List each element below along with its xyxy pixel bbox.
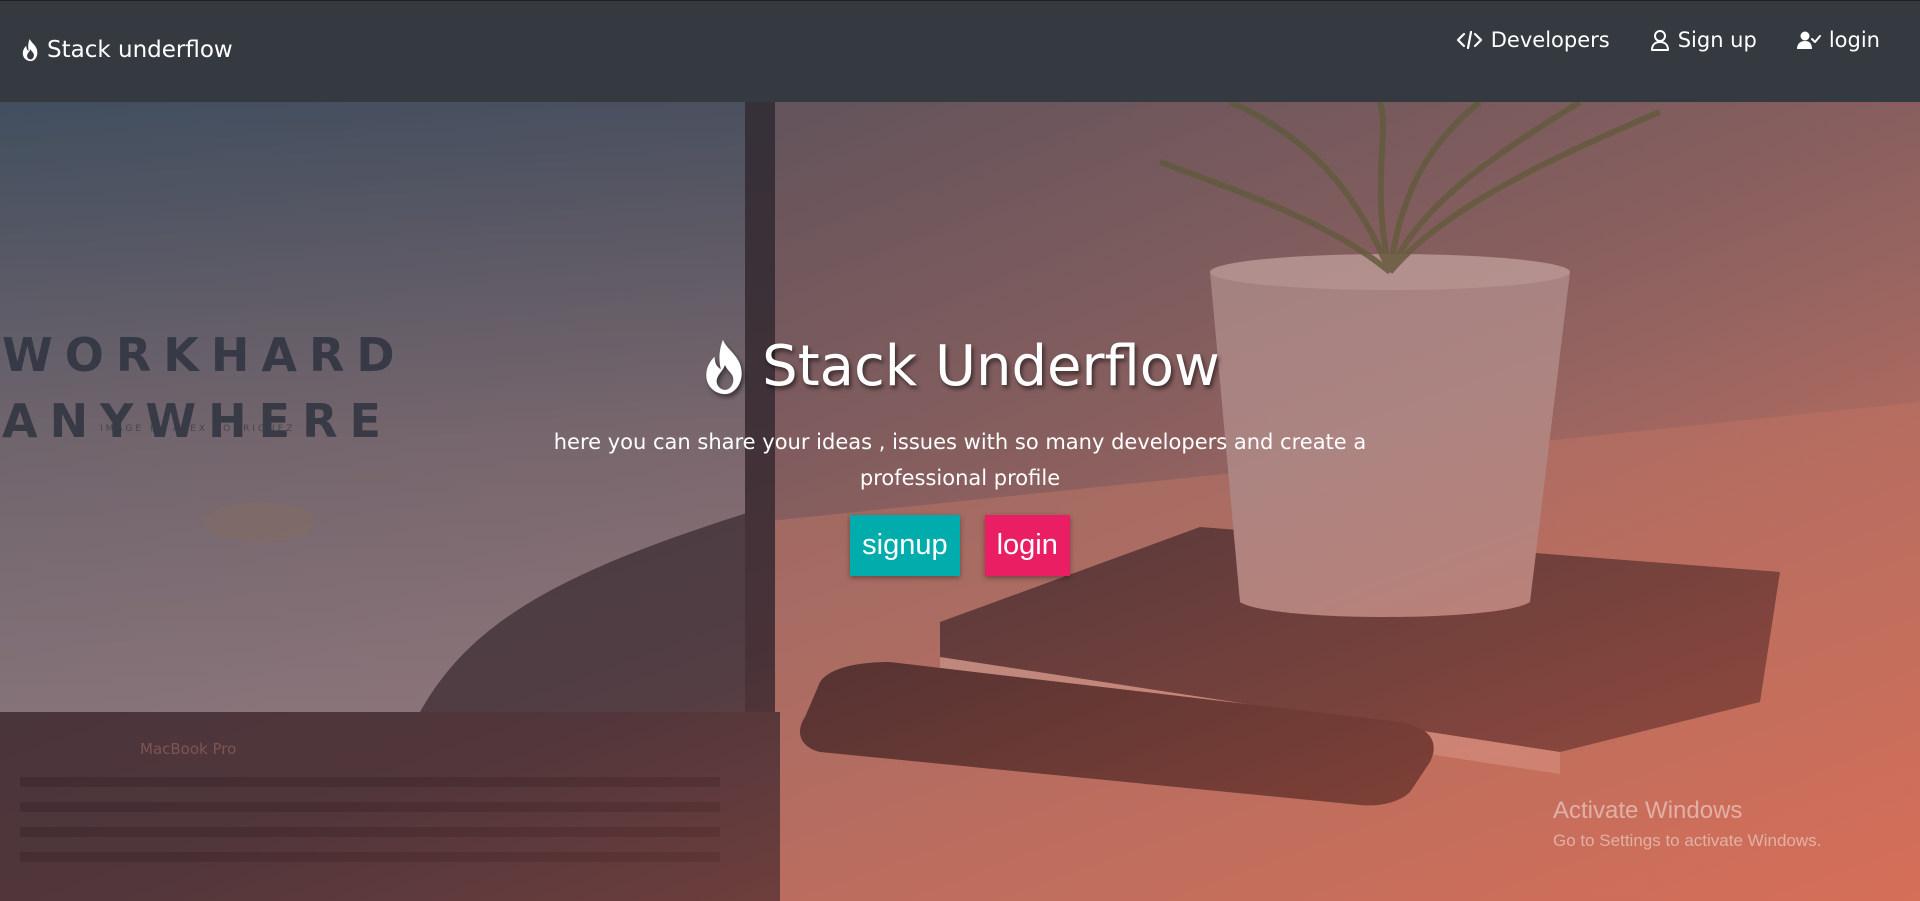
flame-icon xyxy=(706,339,742,394)
nav-signup[interactable]: Sign up xyxy=(1650,28,1757,52)
nav-login-label: login xyxy=(1828,28,1880,52)
brand-label: Stack underflow xyxy=(47,37,233,63)
hero-title: Stack Underflow xyxy=(0,334,1920,399)
brand-link[interactable]: Stack underflow xyxy=(20,37,233,63)
top-navbar: Stack underflow Developers Sign up login xyxy=(0,0,1920,102)
hero-section: WORKHARD ANYWHERE IMAGE BY ALEX RODRIGUE… xyxy=(0,102,1920,901)
nav-developers[interactable]: Developers xyxy=(1456,28,1610,52)
login-button[interactable]: login xyxy=(984,515,1070,576)
windows-activation-watermark: Activate Windows Go to Settings to activ… xyxy=(1553,797,1821,851)
nav-signup-label: Sign up xyxy=(1677,28,1757,52)
nav-developers-label: Developers xyxy=(1490,28,1610,52)
user-check-icon xyxy=(1796,31,1821,49)
nav-login[interactable]: login xyxy=(1796,28,1880,52)
nav-links: Developers Sign up login xyxy=(1416,28,1880,52)
hero-content: Stack Underflow here you can share your … xyxy=(0,102,1920,901)
signup-button[interactable]: signup xyxy=(850,515,960,576)
code-icon xyxy=(1456,30,1482,50)
watermark-title: Activate Windows xyxy=(1553,797,1743,824)
hero-buttons: signup login xyxy=(0,515,1920,576)
flame-icon xyxy=(22,38,38,62)
hero-description: here you can share your ideas , issues w… xyxy=(553,430,1367,490)
user-icon xyxy=(1650,30,1669,51)
hero-title-text: Stack Underflow xyxy=(762,334,1220,399)
watermark-subtitle: Go to Settings to activate Windows. xyxy=(1553,831,1822,850)
